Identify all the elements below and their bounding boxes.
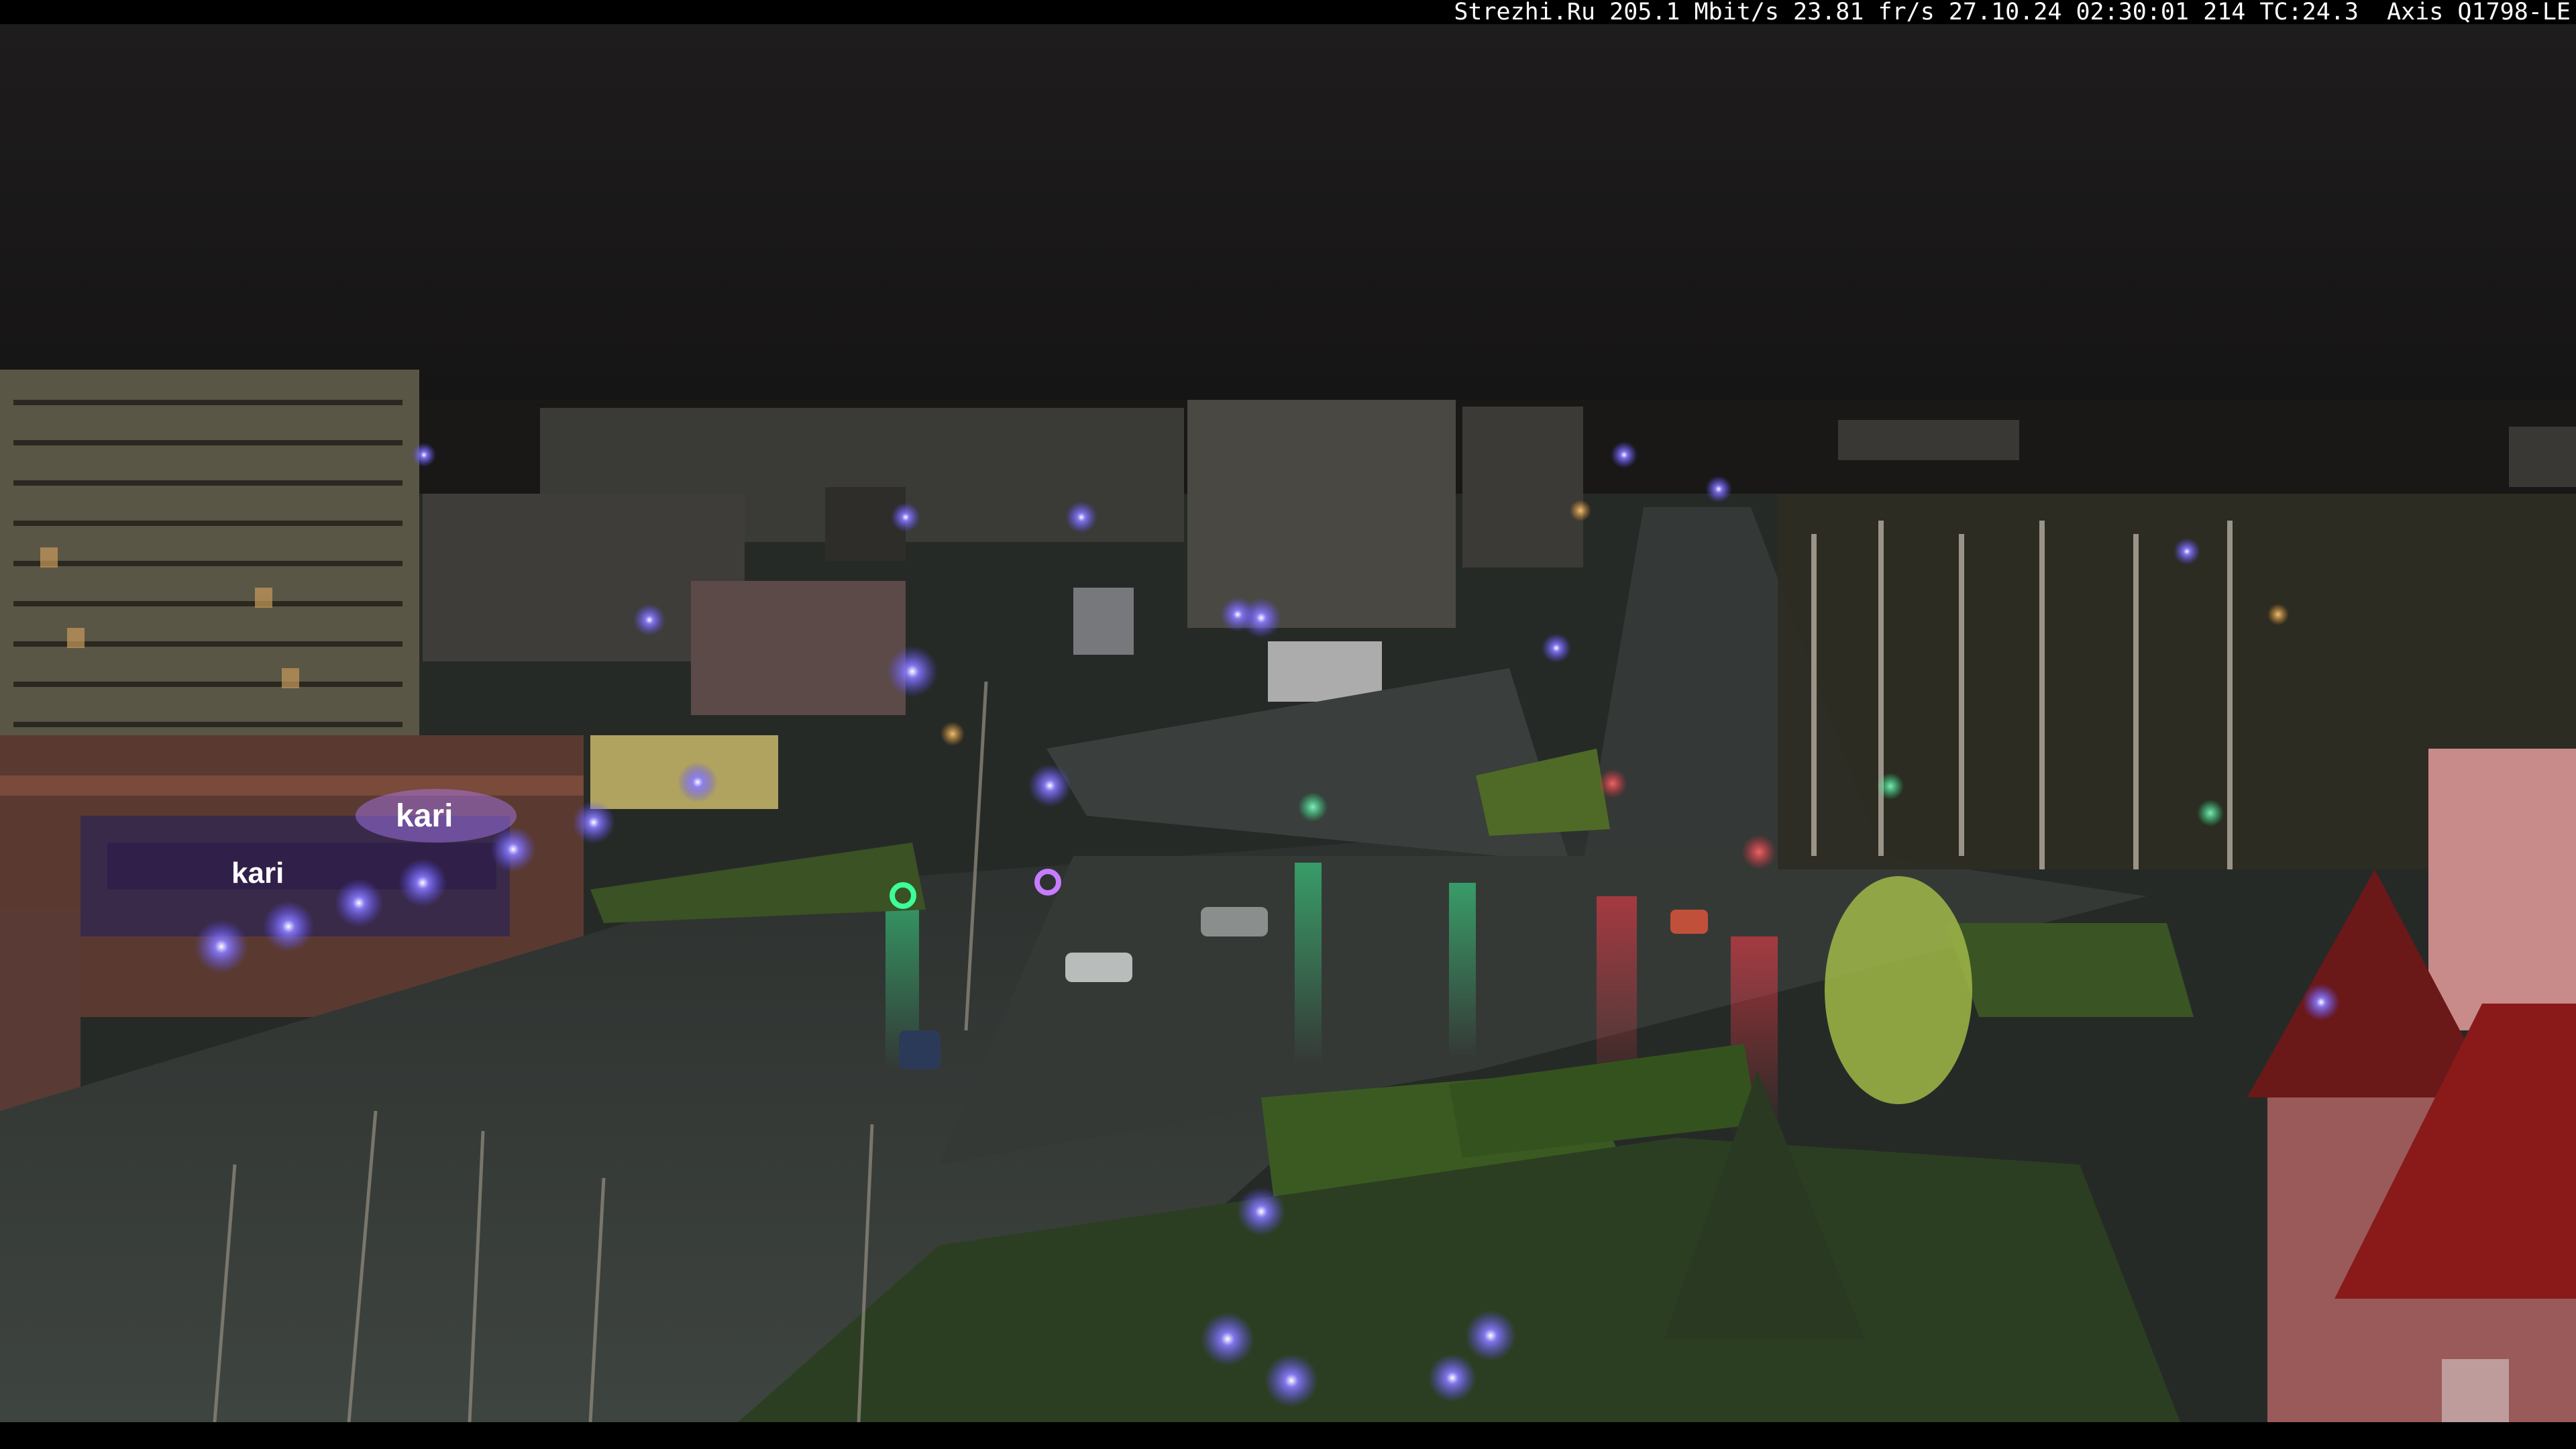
lit-birch-tree: [1825, 876, 1972, 1104]
webcam-frame: Strezhi.Ru 205.1 Mbit/s 23.81 fr/s 27.10…: [0, 0, 2576, 1449]
apartment-block-left: [0, 370, 419, 799]
night-city-scene: kari kari: [0, 24, 2576, 1422]
green-reflection-3: [1449, 883, 1476, 1057]
osd-overlay-text: Strezhi.Ru 205.1 Mbit/s 23.81 fr/s 27.10…: [1454, 0, 2571, 25]
osd-bottom-bar: [0, 1422, 2576, 1449]
green-reflection: [1295, 863, 1322, 1064]
shop-sign-2: kari: [231, 857, 284, 890]
shop-sign: kari: [396, 798, 453, 834]
